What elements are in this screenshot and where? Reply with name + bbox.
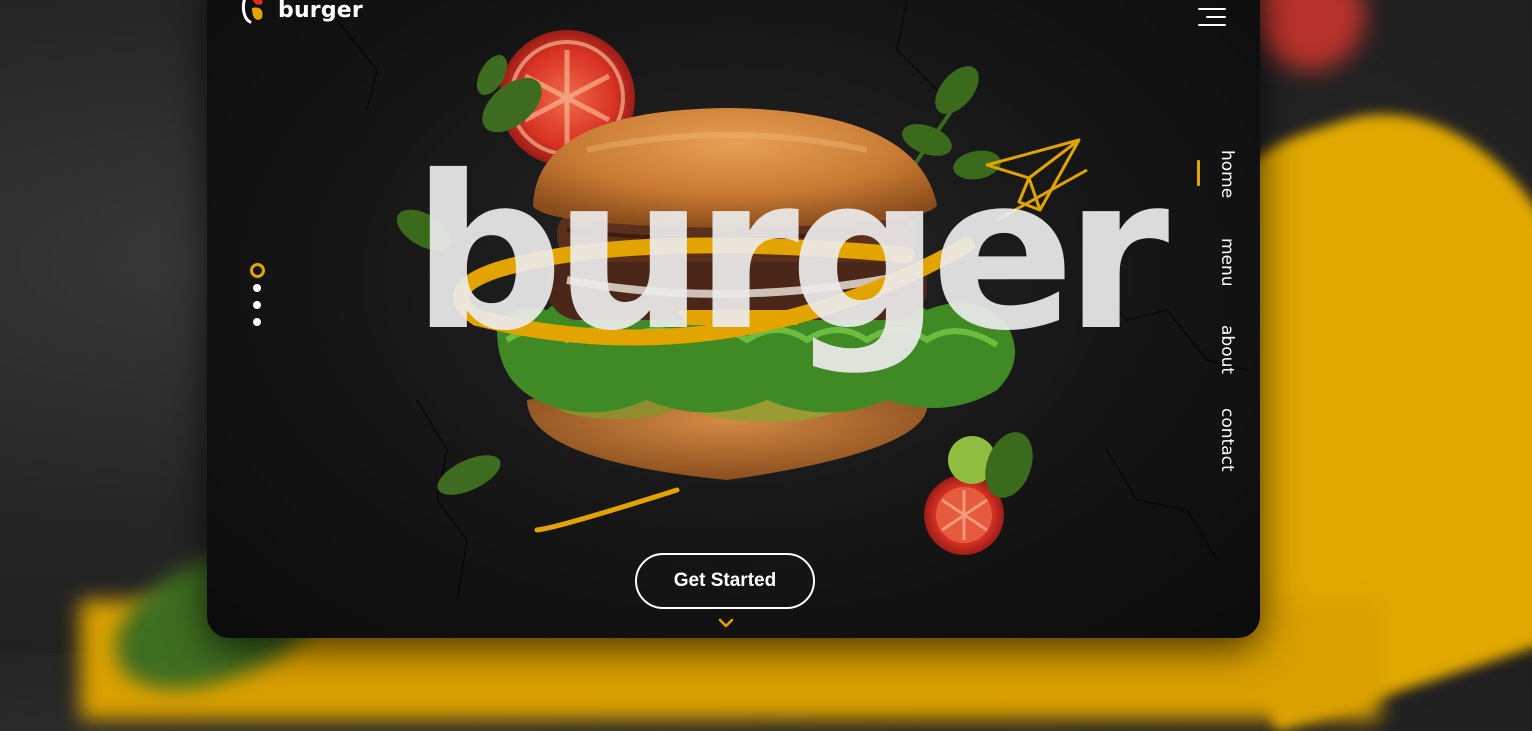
hero-title: burger xyxy=(412,130,1169,377)
nav-item-menu[interactable]: menu xyxy=(1197,238,1237,287)
backdrop-tomato-blur xyxy=(1255,0,1365,70)
side-navigation: home menu about contact xyxy=(1197,150,1237,472)
nav-item-contact[interactable]: contact xyxy=(1197,408,1237,472)
nav-item-home[interactable]: home xyxy=(1197,150,1237,198)
chevron-down-icon[interactable] xyxy=(718,618,734,628)
get-started-button[interactable]: Get Started xyxy=(635,553,815,609)
landing-page-card: burger burger home menu about contact Ge… xyxy=(207,0,1260,638)
nav-item-about[interactable]: about xyxy=(1197,325,1237,374)
